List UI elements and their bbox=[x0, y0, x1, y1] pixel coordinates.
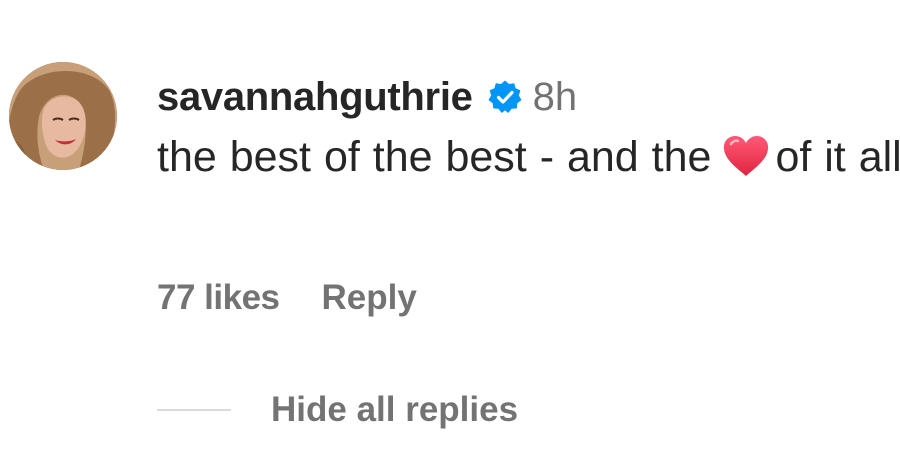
comment-text: the best of the best - and the of it all bbox=[157, 128, 900, 186]
comment-header: savannahguthrie 8h bbox=[157, 70, 577, 124]
hide-replies-toggle[interactable]: Hide all replies bbox=[157, 390, 518, 430]
username-link[interactable]: savannahguthrie bbox=[157, 75, 473, 120]
timestamp[interactable]: 8h bbox=[533, 75, 578, 120]
avatar-image bbox=[9, 62, 117, 170]
reply-button[interactable]: Reply bbox=[322, 278, 417, 318]
replies-divider-line bbox=[157, 409, 231, 411]
comment-text-part-1: the best of the best - and the bbox=[157, 133, 712, 181]
likes-count[interactable]: 77 likes bbox=[157, 278, 280, 318]
comment-text-part-2: of it all bbox=[775, 133, 900, 181]
comment-item: savannahguthrie 8h the best of the best … bbox=[0, 0, 900, 460]
hide-replies-label[interactable]: Hide all replies bbox=[271, 390, 518, 430]
comment-actions: 77 likes Reply bbox=[157, 278, 417, 318]
verified-badge-icon bbox=[487, 79, 523, 115]
heart-emoji-icon bbox=[721, 134, 771, 178]
avatar[interactable] bbox=[9, 62, 117, 170]
